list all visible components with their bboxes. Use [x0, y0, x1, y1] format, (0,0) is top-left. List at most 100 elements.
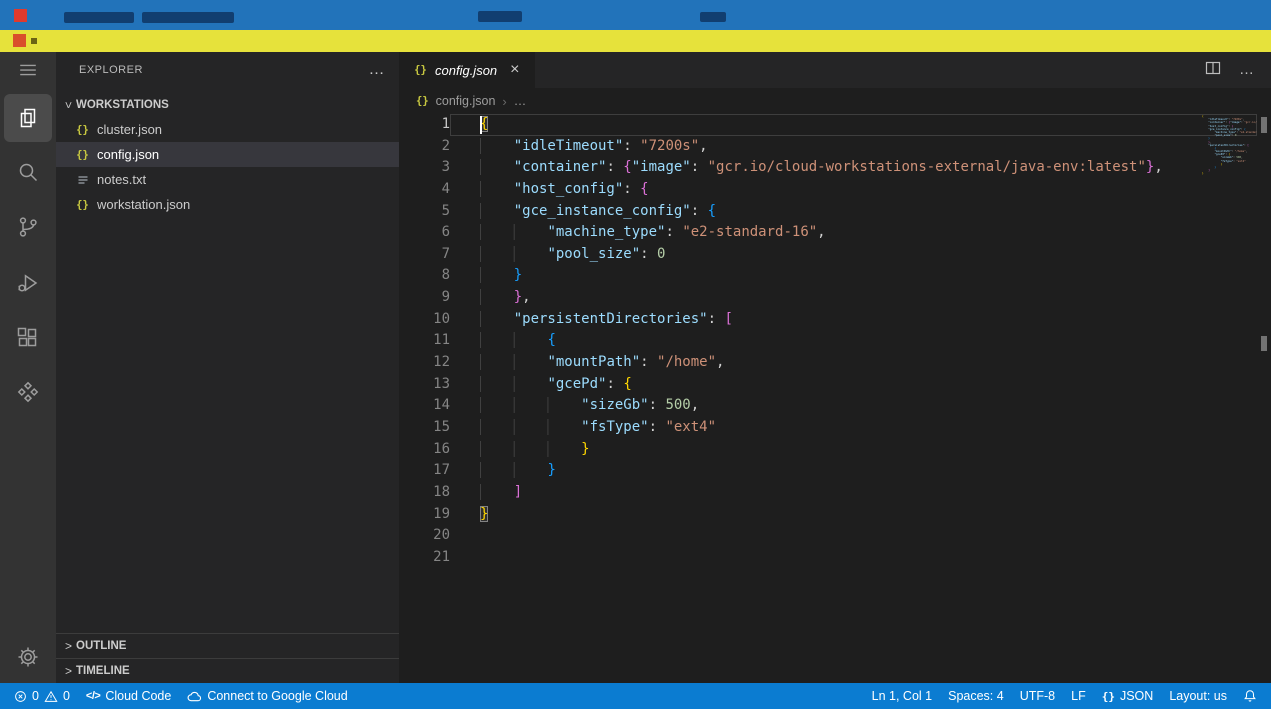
code-token	[480, 397, 581, 413]
section-timeline[interactable]: > TIMELINE	[56, 658, 399, 683]
line-number: 11	[399, 330, 450, 352]
explorer-icon[interactable]	[4, 94, 52, 142]
run-debug-icon[interactable]	[4, 259, 52, 307]
code-token: :	[623, 181, 640, 197]
code-lines[interactable]: 1{2 "idleTimeout": "7200s",3 "container"…	[399, 114, 1257, 568]
warning-count: 0	[63, 689, 70, 703]
code-line[interactable]: 12 "mountPath": "/home",	[399, 352, 1257, 374]
eol-setting[interactable]: LF	[1063, 683, 1094, 709]
code-line[interactable]: 19}	[399, 504, 1257, 526]
chevron-right-icon: >	[61, 664, 76, 678]
code-token	[480, 181, 514, 197]
code-token: {	[708, 203, 716, 219]
language-mode[interactable]: {} JSON	[1094, 683, 1162, 709]
tab-config-json[interactable]: {} config.json ×	[399, 52, 535, 88]
more-actions-icon[interactable]: …	[369, 66, 386, 74]
code-line[interactable]: 11 {	[399, 330, 1257, 352]
notice-bar	[0, 30, 1271, 52]
section-label: WORKSTATIONS	[76, 99, 169, 111]
code-token: {	[547, 332, 555, 348]
code-token: 500	[665, 397, 690, 413]
code-line[interactable]: 6 "machine_type": "e2-standard-16",	[399, 222, 1257, 244]
section-label: TIMELINE	[76, 665, 130, 677]
code-token: :	[606, 376, 623, 392]
code-token: [	[724, 311, 732, 327]
code-line[interactable]: 5 "gce_instance_config": {	[399, 201, 1257, 223]
cloud-code-label: Cloud Code	[105, 689, 171, 703]
connect-google-cloud[interactable]: Connect to Google Cloud	[179, 683, 355, 709]
code-line[interactable]: 9 },	[399, 287, 1257, 309]
code-token: ,	[699, 138, 707, 154]
code-line[interactable]: 16 }	[399, 439, 1257, 461]
code-line[interactable]: 1{	[399, 114, 1257, 136]
code-line[interactable]: 21	[399, 547, 1257, 569]
file-row-notes-txt[interactable]: notes.txt	[56, 167, 399, 192]
code-token: :	[606, 159, 623, 175]
section-outline[interactable]: > OUTLINE	[56, 633, 399, 658]
code-line[interactable]: 10 "persistentDirectories": [	[399, 309, 1257, 331]
indentation-setting[interactable]: Spaces: 4	[940, 683, 1012, 709]
code-line[interactable]: 17 }	[399, 460, 1257, 482]
menu-icon[interactable]	[4, 52, 52, 88]
code-line[interactable]: 7 "pool_size": 0	[399, 244, 1257, 266]
extensions-icon[interactable]	[4, 314, 52, 362]
problems-indicator[interactable]: 0 0	[6, 683, 78, 709]
search-icon[interactable]	[4, 148, 52, 196]
keyboard-layout[interactable]: Layout: us	[1161, 683, 1235, 709]
code-token: ]	[1208, 169, 1210, 172]
line-number: 17	[399, 460, 450, 482]
code-line[interactable]: 3 "container": {"image": "gcr.io/cloud-w…	[399, 157, 1257, 179]
file-row-workstation-json[interactable]: {} workstation.json	[56, 192, 399, 217]
breadcrumb[interactable]: {} config.json › …	[399, 88, 1271, 114]
code-token: "container"	[514, 159, 607, 175]
close-tab-icon[interactable]: ×	[510, 62, 519, 78]
cloud-code-status[interactable]: </> Cloud Code	[78, 683, 179, 709]
code-line[interactable]: 20	[399, 525, 1257, 547]
settings-gear-icon[interactable]	[4, 633, 52, 681]
braces-icon: {}	[1102, 690, 1115, 703]
window-icon	[14, 9, 27, 22]
file-row-config-json[interactable]: {} config.json	[56, 142, 399, 167]
code-token: "gcr.io/cloud-workstations-external/java…	[1244, 121, 1257, 124]
code-token: "/home"	[1235, 150, 1246, 153]
code-line[interactable]: 14 "sizeGb": 500,	[399, 395, 1257, 417]
redacted-block	[478, 11, 522, 22]
cloud-code-icon[interactable]	[4, 368, 52, 416]
line-number: 8	[399, 265, 450, 287]
section-workstations[interactable]: > WORKSTATIONS	[56, 93, 399, 117]
line-number: 16	[399, 439, 450, 461]
code-token	[480, 246, 547, 262]
split-editor-icon[interactable]	[1205, 60, 1221, 81]
code-token: }	[1202, 172, 1204, 175]
code-token	[480, 289, 514, 305]
code-token: ,	[716, 354, 724, 370]
file-row-cluster-json[interactable]: {} cluster.json	[56, 117, 399, 142]
minimap[interactable]: { "idleTimeout": "7200s", "container": {…	[1200, 115, 1257, 182]
code-editor[interactable]: 1{2 "idleTimeout": "7200s",3 "container"…	[399, 114, 1271, 683]
ruler-mark	[1261, 336, 1267, 351]
source-control-icon[interactable]	[4, 203, 52, 251]
bell-icon	[1243, 689, 1257, 703]
code-line[interactable]: 15 "fsType": "ext4"	[399, 417, 1257, 439]
line-number: 5	[399, 201, 450, 223]
connect-label: Connect to Google Cloud	[207, 689, 347, 703]
code-token: :	[649, 397, 666, 413]
line-number: 1	[399, 114, 450, 136]
code-line[interactable]: 18 ]	[399, 482, 1257, 504]
code-token: :	[691, 203, 708, 219]
code-token: }	[480, 506, 488, 522]
code-token: "e2-standard-16"	[1240, 131, 1258, 134]
notifications-bell[interactable]	[1235, 683, 1265, 709]
code-line[interactable]: 13 "gcePd": {	[399, 374, 1257, 396]
breadcrumb-ellipsis[interactable]: …	[514, 94, 527, 108]
breadcrumb-separator-icon: ›	[502, 94, 506, 109]
code-line[interactable]: 4 "host_config": {	[399, 179, 1257, 201]
encoding-setting[interactable]: UTF-8	[1012, 683, 1063, 709]
code-token: [	[1247, 144, 1249, 147]
code-line[interactable]: 2 "idleTimeout": "7200s",	[399, 136, 1257, 158]
breadcrumb-file[interactable]: config.json	[436, 94, 496, 108]
cursor-position[interactable]: Ln 1, Col 1	[864, 683, 940, 709]
code-line[interactable]: 8 }	[399, 265, 1257, 287]
line-number: 9	[399, 287, 450, 309]
editor-more-actions-icon[interactable]: …	[1239, 67, 1255, 73]
